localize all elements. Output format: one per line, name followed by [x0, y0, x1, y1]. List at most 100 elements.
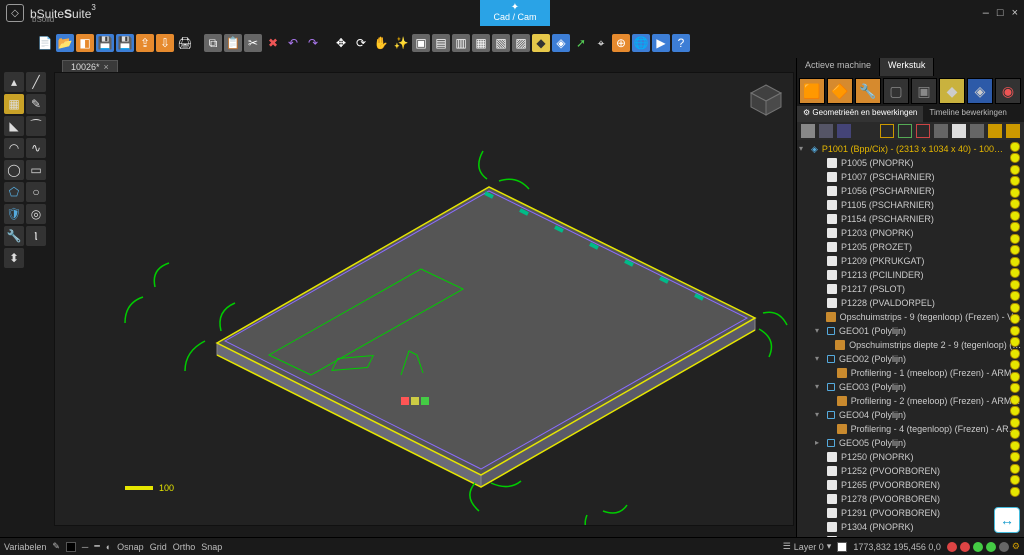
delete-icon[interactable]: ✖	[264, 34, 282, 52]
remote-support-button[interactable]: ↔	[994, 507, 1020, 533]
subtab-timeline[interactable]: Timeline bewerkingen	[923, 106, 1013, 122]
move-icon[interactable]: ✥	[332, 34, 350, 52]
visibility-lamp[interactable]	[1010, 245, 1020, 255]
snap-icon[interactable]: ⊕	[612, 34, 630, 52]
tree-node[interactable]: Opschuimstrips - 9 (tegenloop) (Frezen) …	[797, 310, 1024, 324]
paste-icon[interactable]: 📋	[224, 34, 242, 52]
tree-node[interactable]: P1252 (PVOORBOREN)	[797, 464, 1024, 478]
tree-node[interactable]: Profilering - 1 (meeloop) (Frezen) - ARM…	[797, 366, 1024, 380]
visibility-lamp[interactable]	[1010, 383, 1020, 393]
visibility-lamp[interactable]	[1010, 176, 1020, 186]
ibeam-tool-icon[interactable]: Ⲓ	[26, 226, 46, 246]
status-dot-green[interactable]	[973, 542, 983, 552]
status-pen-icon[interactable]: ✎	[52, 541, 60, 552]
new-file-icon[interactable]: 📄	[36, 34, 54, 52]
view-cube[interactable]	[747, 81, 785, 119]
tree-node[interactable]: P1209 (PKRUKGAT)	[797, 254, 1024, 268]
select-tool-icon[interactable]: ▦	[4, 94, 24, 114]
highlight-icon[interactable]: ◆	[532, 34, 550, 52]
collapse-icon[interactable]: ▾	[799, 143, 807, 155]
tool-icon-1[interactable]: ◧	[76, 34, 94, 52]
tab-active-machine[interactable]: Actieve machine	[797, 58, 880, 76]
tree-node[interactable]: ▾GEO02 (Polylijn)	[797, 352, 1024, 366]
grid-toggle[interactable]: Grid	[150, 542, 167, 552]
cube-icon[interactable]: ◈	[552, 34, 570, 52]
viewport-3d[interactable]: 100	[54, 72, 794, 526]
visibility-lamp[interactable]	[1010, 418, 1020, 428]
tree-node[interactable]: P1265 (PVOORBOREN)	[797, 478, 1024, 492]
visibility-lamp[interactable]	[1010, 464, 1020, 474]
visibility-lamp[interactable]	[1010, 199, 1020, 209]
visibility-lamp[interactable]	[1010, 360, 1020, 370]
undo-icon[interactable]: ↶	[284, 34, 302, 52]
mini-tool-2[interactable]	[819, 124, 833, 138]
big-icon-7[interactable]: ◈	[967, 78, 993, 104]
visibility-lamp[interactable]	[1010, 153, 1020, 163]
status-gear-icon[interactable]: ⚙	[1012, 541, 1020, 552]
status-dot-red-2[interactable]	[960, 542, 970, 552]
tree-node[interactable]: P1154 (PSCHARNIER)	[797, 212, 1024, 226]
export-icon[interactable]: ⇪	[136, 34, 154, 52]
pan-icon[interactable]: ✋	[372, 34, 390, 52]
visibility-lamp[interactable]	[1010, 222, 1020, 232]
snap-toggle[interactable]: Snap	[201, 542, 222, 552]
status-fill-icon[interactable]: ◐	[106, 542, 111, 552]
tree-node[interactable]: P1278 (PVOORBOREN)	[797, 492, 1024, 506]
visibility-lamp[interactable]	[1010, 303, 1020, 313]
shield-tool-icon[interactable]: 🛡	[4, 204, 24, 224]
rotate-icon[interactable]: ⟳	[352, 34, 370, 52]
view-fit-icon[interactable]: ▨	[512, 34, 530, 52]
save-all-icon[interactable]: 💾	[116, 34, 134, 52]
visibility-lamp[interactable]	[1010, 395, 1020, 405]
polygon-tool-icon[interactable]: ⬠	[4, 182, 24, 202]
tree-node[interactable]: ▾GEO01 (Polylijn)	[797, 324, 1024, 338]
view-front-icon[interactable]: ▥	[452, 34, 470, 52]
arrow-icon[interactable]: ➚	[572, 34, 590, 52]
layer-color-swatch[interactable]	[837, 542, 847, 552]
line-tool-icon[interactable]: ╱	[26, 72, 46, 92]
help-icon[interactable]: ?	[672, 34, 690, 52]
visibility-lamp[interactable]	[1010, 406, 1020, 416]
visibility-lamp[interactable]	[1010, 487, 1020, 497]
copy-icon[interactable]: ⧉	[204, 34, 222, 52]
circle-tool-icon[interactable]: ○	[26, 182, 46, 202]
redo-icon[interactable]: ↷	[304, 34, 322, 52]
tree-node[interactable]: P1007 (PSCHARNIER)	[797, 170, 1024, 184]
mini-tool-9[interactable]	[970, 124, 984, 138]
big-icon-4[interactable]: ▢	[883, 78, 909, 104]
pen-tool-icon[interactable]: ✎	[26, 94, 46, 114]
globe-icon[interactable]: 🌐	[632, 34, 650, 52]
tree-node[interactable]: P1228 (PVALDORPEL)	[797, 296, 1024, 310]
osnap-toggle[interactable]: Osnap	[117, 542, 144, 552]
big-icon-1[interactable]: 🟧	[799, 78, 825, 104]
tree-node[interactable]: ▾GEO04 (Polylijn)	[797, 408, 1024, 422]
subtab-geometry[interactable]: ⚙ Geometrieën en bewerkingen	[797, 106, 923, 122]
status-line-icon[interactable]: ─	[82, 542, 88, 552]
open-file-icon[interactable]: 📂	[56, 34, 74, 52]
big-icon-2[interactable]: 🔶	[827, 78, 853, 104]
visibility-lamp[interactable]	[1010, 337, 1020, 347]
status-dot-gray[interactable]	[999, 542, 1009, 552]
visibility-lamp[interactable]	[1010, 211, 1020, 221]
tree-node[interactable]: Opschuimstrips diepte 2 - 9 (tegenloop) …	[797, 338, 1024, 352]
tree-node[interactable]: P1213 (PCILINDER)	[797, 268, 1024, 282]
align-tool-icon[interactable]: ⬍	[4, 248, 24, 268]
close-tab-icon[interactable]: ×	[104, 62, 109, 72]
tree-node[interactable]: P1250 (PNOPRK)	[797, 450, 1024, 464]
collapse-icon[interactable]: ▾	[815, 353, 823, 365]
window-close-button[interactable]: ×	[1012, 7, 1018, 19]
wave-tool-icon[interactable]: ∿	[26, 138, 46, 158]
mini-tool-1[interactable]	[801, 124, 815, 138]
visibility-lamp[interactable]	[1010, 429, 1020, 439]
save-icon[interactable]: 💾	[96, 34, 114, 52]
tree-node[interactable]: ▾GEO03 (Polylijn)	[797, 380, 1024, 394]
mini-tool-8[interactable]	[952, 124, 966, 138]
window-maximize-button[interactable]: □	[997, 7, 1004, 19]
visibility-lamp[interactable]	[1010, 475, 1020, 485]
collapse-icon[interactable]: ▸	[815, 437, 823, 449]
view-3d-icon[interactable]: ▧	[492, 34, 510, 52]
status-style-icon[interactable]: ━	[94, 541, 99, 552]
visibility-lamp[interactable]	[1010, 314, 1020, 324]
visibility-lamp[interactable]	[1010, 234, 1020, 244]
print-icon[interactable]: 🖨	[176, 34, 194, 52]
